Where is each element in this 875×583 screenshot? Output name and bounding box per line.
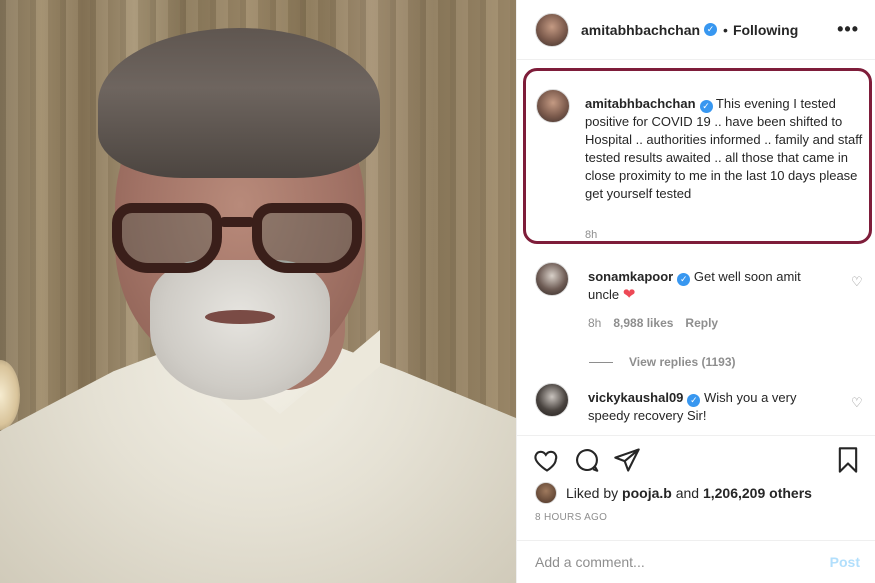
caption-text: amitabhbachchan ✓ This evening I tested p… [585, 95, 865, 203]
share-icon[interactable] [613, 446, 641, 474]
separator-dot: • [723, 21, 728, 38]
comment-text: sonamkapoor ✓ Get well soon amit uncle ❤ [588, 268, 828, 304]
verified-badge-icon: ✓ [687, 394, 701, 407]
comment-time[interactable]: 8h [588, 316, 601, 330]
liker-username[interactable]: pooja.b [622, 485, 672, 501]
caption-avatar[interactable] [536, 89, 570, 123]
bookmark-icon[interactable] [834, 446, 862, 474]
replies-divider [589, 362, 613, 364]
caption-body: This evening I tested positive for COVID… [585, 96, 863, 201]
glasses-bridge [220, 217, 254, 227]
verified-badge-icon: ✓ [704, 23, 718, 36]
comment-item: vickykaushal09 ✓ Wish you a very speedy r… [535, 383, 865, 433]
like-comment-heart-icon[interactable]: ♡ [851, 395, 865, 410]
mouth [205, 310, 275, 324]
comment-box: Add a comment... Post [517, 540, 875, 583]
comment-username[interactable]: sonamkapoor [588, 269, 673, 284]
post-photo[interactable] [0, 0, 516, 583]
post-button[interactable]: Post [830, 554, 860, 570]
comment-meta: 8h 8,988 likes Reply [588, 316, 730, 330]
verified-badge-icon: ✓ [677, 273, 691, 286]
caption-highlight: amitabhbachchan ✓ This evening I tested p… [523, 68, 872, 244]
comment-icon[interactable] [573, 446, 601, 474]
left-lens [112, 203, 222, 273]
caption-time[interactable]: 8h [585, 229, 597, 241]
beard [150, 260, 330, 400]
post-header: amitabhbachchan ✓ • Following ••• [517, 0, 875, 60]
instagram-post: amitabhbachchan ✓ • Following ••• amitab… [0, 0, 875, 583]
liker-avatar[interactable] [535, 482, 557, 504]
reply-button[interactable]: Reply [685, 316, 718, 330]
header-username[interactable]: amitabhbachchan [581, 22, 700, 38]
likes-prefix: Liked by [566, 485, 619, 501]
view-replies-button[interactable]: View replies (1193) [589, 355, 736, 369]
more-options-icon[interactable]: ••• [837, 19, 859, 40]
post-time-ago[interactable]: 8 HOURS AGO [535, 512, 607, 523]
comment-likes[interactable]: 8,988 likes [613, 316, 673, 330]
avatar[interactable] [535, 12, 569, 47]
comment-username[interactable]: vickykaushal09 [588, 390, 683, 405]
action-bar [517, 435, 875, 484]
view-replies-label: View replies (1193) [629, 355, 736, 369]
post-sidebar: amitabhbachchan ✓ • Following ••• amitab… [516, 0, 875, 583]
red-heart-emoji: ❤ [622, 286, 636, 303]
eyeglasses [112, 203, 362, 275]
comment-item: sonamkapoor ✓ Get well soon amit uncle ❤ … [535, 262, 865, 342]
commenter-avatar[interactable] [535, 383, 569, 417]
likes-summary: Liked by pooja.b and 1,206,209 others [535, 482, 812, 504]
following-button[interactable]: Following [733, 22, 798, 38]
comment-text: vickykaushal09 ✓ Wish you a very speedy r… [588, 389, 828, 425]
heart-icon[interactable] [533, 446, 561, 474]
right-lens [252, 203, 362, 273]
verified-badge-icon: ✓ [699, 100, 713, 113]
commenter-avatar[interactable] [535, 262, 569, 296]
hair [98, 28, 380, 178]
caption-username[interactable]: amitabhbachchan [585, 96, 696, 111]
likes-middle: and [675, 485, 700, 501]
likes-count[interactable]: 1,206,209 others [703, 485, 812, 501]
comment-input[interactable]: Add a comment... [535, 554, 645, 570]
like-comment-heart-icon[interactable]: ♡ [851, 274, 865, 289]
